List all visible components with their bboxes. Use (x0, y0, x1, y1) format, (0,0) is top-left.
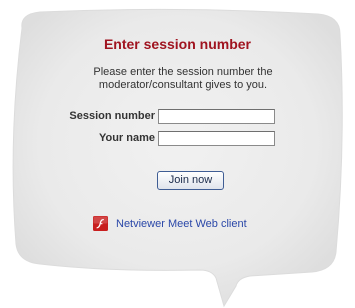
instructions-text: Please enter the session number the mode… (93, 66, 273, 91)
your-name-input[interactable] (158, 131, 275, 146)
web-client-link-label[interactable]: Netviewer Meet Web client (116, 218, 247, 230)
web-client-link[interactable]: Netviewer Meet Web client (93, 216, 247, 231)
session-number-label: Session number (69, 110, 155, 122)
session-number-input[interactable] (158, 109, 275, 124)
page-title: Enter session number (103, 36, 252, 52)
flash-icon (93, 216, 108, 231)
speech-bubble-panel: Enter session number Please enter the se… (0, 0, 355, 308)
join-now-button[interactable]: Join now (157, 171, 224, 190)
your-name-label: Your name (98, 132, 155, 144)
